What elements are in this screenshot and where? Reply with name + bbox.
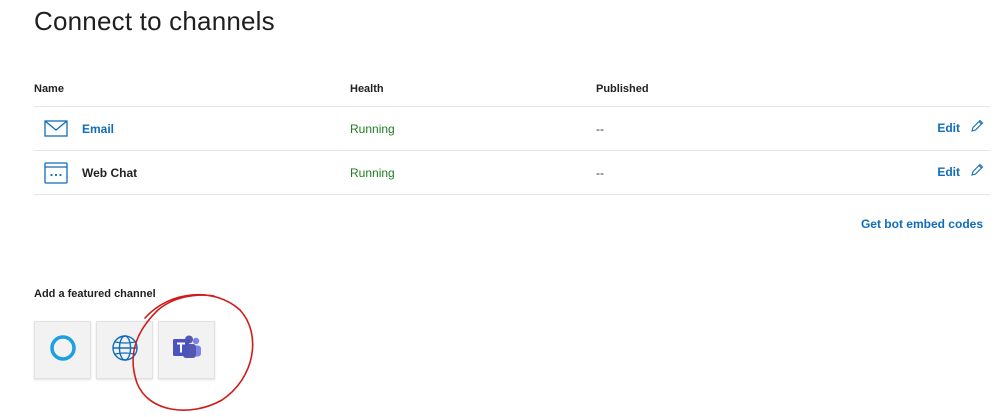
globe-icon bbox=[110, 333, 140, 368]
get-bot-embed-codes-link[interactable]: Get bot embed codes bbox=[861, 217, 983, 231]
channel-name-web-chat: Web Chat bbox=[82, 166, 138, 180]
cortana-icon bbox=[48, 333, 78, 368]
edit-label: Edit bbox=[937, 164, 960, 179]
channel-name-email-link[interactable]: Email bbox=[82, 122, 114, 136]
name-column-header: Name bbox=[34, 83, 64, 95]
page-title: Connect to channels bbox=[34, 6, 275, 36]
cortana-channel-tile[interactable] bbox=[34, 321, 91, 379]
health-status: Running bbox=[350, 122, 395, 136]
pencil-icon bbox=[970, 119, 984, 136]
health-column-header: Health bbox=[350, 83, 384, 95]
channels-table: Name Health Published Email Running -- E… bbox=[34, 76, 990, 195]
featured-channel-title: Add a featured channel bbox=[34, 288, 156, 300]
web-channel-tile[interactable] bbox=[96, 321, 153, 379]
published-value: -- bbox=[596, 122, 604, 136]
table-row-email: Email Running -- Edit bbox=[34, 107, 990, 151]
teams-icon bbox=[171, 334, 203, 367]
table-header: Name Health Published bbox=[34, 76, 990, 107]
health-status: Running bbox=[350, 166, 395, 180]
teams-channel-tile[interactable] bbox=[158, 321, 215, 379]
table-row-web-chat: Web Chat Running -- Edit bbox=[34, 151, 990, 195]
web-chat-icon bbox=[44, 162, 68, 184]
edit-web-chat-button[interactable]: Edit bbox=[937, 163, 984, 180]
featured-channel-tiles bbox=[34, 321, 215, 379]
published-value: -- bbox=[596, 166, 604, 180]
edit-email-button[interactable]: Edit bbox=[937, 119, 984, 136]
email-icon bbox=[44, 118, 68, 140]
published-column-header: Published bbox=[596, 83, 649, 95]
channels-page: Connect to channels Name Health Publishe… bbox=[0, 0, 999, 417]
edit-label: Edit bbox=[937, 120, 960, 135]
pencil-icon bbox=[970, 163, 984, 180]
